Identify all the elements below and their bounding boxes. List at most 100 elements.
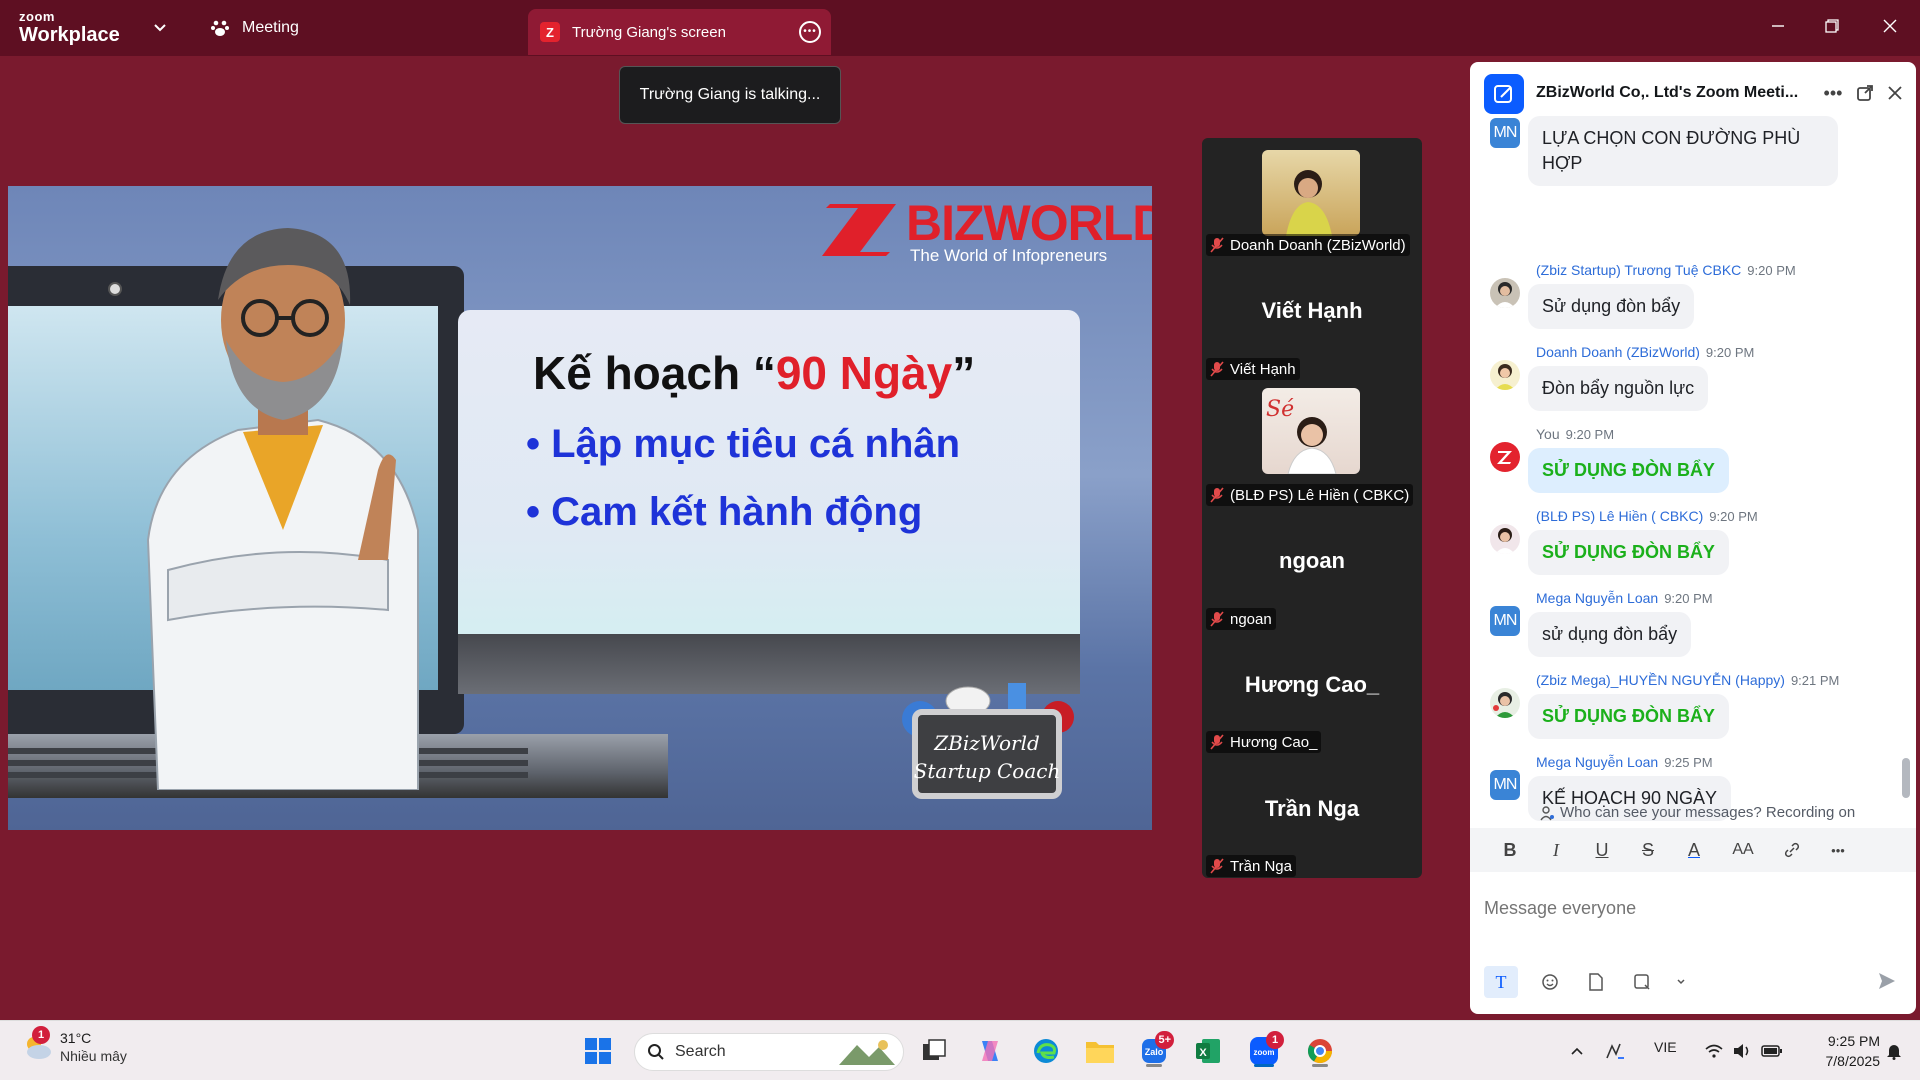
tab-meeting[interactable]: Meeting (210, 16, 299, 40)
excel-icon: X (1196, 1039, 1220, 1063)
emoji-icon[interactable] (1536, 966, 1564, 998)
title-bar: zoom Workplace Meeting Z Trường Giang's … (0, 0, 1920, 56)
screenshot-icon[interactable] (1628, 966, 1656, 998)
chat-more-icon[interactable]: ••• (1822, 82, 1844, 104)
participant-namebar: Doanh Doanh (ZBizWorld) (1206, 234, 1410, 256)
language-indicator[interactable]: VIE (1654, 1039, 1677, 1055)
clock-time: 9:25 PM (1827, 1033, 1880, 1049)
message-time: 9:20 PM (1565, 427, 1615, 442)
avatar (1490, 442, 1520, 472)
mic-muted-icon (1210, 487, 1224, 503)
participant-tile[interactable]: ngoan ngoan (1202, 510, 1422, 634)
pop-out-icon[interactable] (1854, 82, 1876, 104)
battery-button[interactable] (1758, 1033, 1786, 1069)
tab-shared-screen-label: Trường Giang's screen (572, 23, 726, 41)
bold-icon[interactable]: B (1500, 840, 1520, 861)
file-icon[interactable] (1582, 966, 1610, 998)
avatar: MN (1490, 770, 1520, 800)
minimize-button[interactable] (1758, 10, 1798, 42)
participant-tile[interactable]: Sé (BLĐ PS) Lê Hiền ( CBKC) (1202, 386, 1422, 510)
excel-button[interactable]: X (1190, 1033, 1226, 1069)
avatar: MN (1490, 118, 1520, 148)
task-view-icon (923, 1039, 946, 1060)
chrome-button[interactable] (1302, 1033, 1338, 1069)
chevron-down-icon[interactable] (150, 18, 170, 38)
underline-icon[interactable]: U (1592, 840, 1612, 861)
chat-header: ZBizWorld Co,. Ltd's Zoom Meeti... ••• (1470, 62, 1916, 124)
participant-name: ngoan (1230, 610, 1272, 628)
participant-tile[interactable]: Viết Hạnh Viết Hạnh (1202, 262, 1422, 386)
chat-scrollbar[interactable] (1902, 758, 1910, 798)
notifications-button[interactable] (1880, 1033, 1908, 1069)
text-format-icon[interactable]: T (1484, 966, 1518, 998)
chat-title: ZBizWorld Co,. Ltd's Zoom Meeti... (1536, 84, 1799, 101)
weather-condition: Nhiều mây (60, 1048, 127, 1064)
coach-line-1: ZBizWorld (934, 731, 1040, 755)
tab-meeting-label: Meeting (242, 19, 299, 36)
shared-screen-slide: BIZWORLD The World of Infopreneurs Kế ho… (8, 186, 1152, 830)
sender-name: (Zbiz Startup) Trương Tuệ CBKC (1536, 262, 1742, 278)
message-input[interactable] (1484, 872, 1904, 932)
zoom-button[interactable]: zoom 1 (1246, 1031, 1284, 1069)
message-bubble: Đòn bẩy nguồn lực (1528, 366, 1709, 411)
message-text: LỰA CHỌN CON ĐƯỜNG PHÙ (1542, 128, 1801, 148)
italic-icon[interactable]: I (1546, 840, 1566, 861)
formatting-toolbar: B I U S A AA ••• (1470, 828, 1916, 872)
send-icon (1879, 973, 1895, 989)
show-hidden-icons-button[interactable] (1562, 1033, 1592, 1069)
close-chat-icon[interactable] (1884, 82, 1906, 104)
message-time: 9:20 PM (1747, 263, 1796, 278)
slide-title: Kế hoạch “90 Ngày” (533, 346, 975, 400)
zoom-workplace-logo[interactable]: zoom Workplace (19, 10, 120, 45)
message-time: 9:20 PM (1664, 591, 1713, 606)
close-icon (1883, 19, 1897, 33)
participant-tile[interactable]: Hương Cao_ Hương Cao_ (1202, 634, 1422, 758)
participants-gallery: Doanh Doanh (ZBizWorld) Viết Hạnh Viết H… (1202, 138, 1422, 878)
compose-toolbar: T (1484, 966, 1688, 998)
edge-button[interactable] (1028, 1033, 1064, 1069)
slide-bullet: • Lập mục tiêu cá nhân (526, 422, 961, 466)
zalo-button[interactable]: Zalo 5+ (1136, 1031, 1174, 1069)
message-bubble: SỬ DỤNG ĐÒN BẨY (1528, 694, 1729, 739)
participant-namebar: Trần Nga (1206, 855, 1296, 877)
wifi-button[interactable] (1700, 1033, 1728, 1069)
sender-name: You (1536, 426, 1560, 442)
font-size-icon[interactable]: AA (1730, 841, 1756, 859)
more-options-icon[interactable]: ••• (799, 21, 821, 43)
mic-muted-icon (1210, 858, 1224, 874)
brand-big: Workplace (19, 24, 120, 46)
volume-button[interactable] (1728, 1033, 1756, 1069)
participant-namebar: ngoan (1206, 608, 1276, 630)
cloud-icon: 1 (20, 1026, 54, 1064)
format-more-icon[interactable]: ••• (1828, 843, 1848, 858)
copilot-button[interactable] (972, 1033, 1008, 1069)
start-button[interactable] (580, 1033, 616, 1069)
chevron-down-icon[interactable] (1674, 966, 1688, 998)
send-button[interactable] (1876, 970, 1900, 994)
file-explorer-button[interactable] (1082, 1033, 1118, 1069)
weather-badge: 1 (32, 1026, 50, 1044)
link-icon[interactable] (1782, 842, 1802, 858)
taskbar-clock[interactable]: 9:25 PM 7/8/2025 (1810, 1031, 1881, 1071)
close-window-button[interactable] (1870, 10, 1910, 42)
tab-shared-screen[interactable]: Z Trường Giang's screen ••• (528, 9, 831, 55)
participant-name: Viết Hạnh (1230, 360, 1296, 378)
running-indicator (1146, 1064, 1162, 1067)
brand-small: zoom (19, 9, 55, 24)
task-view-button[interactable] (916, 1033, 952, 1069)
input-method-button[interactable] (1600, 1033, 1630, 1069)
font-color-icon[interactable]: A (1684, 840, 1704, 861)
privacy-notice[interactable]: Who can see your messages? Recording on (1540, 804, 1855, 821)
restore-button[interactable] (1812, 10, 1852, 42)
participant-name: Hương Cao_ (1230, 733, 1318, 751)
chat-panel: ZBizWorld Co,. Ltd's Zoom Meeti... ••• M… (1470, 62, 1916, 1014)
weather-widget[interactable]: 1 31°C Nhiều mây (20, 1026, 127, 1065)
message-bubble: LỰA CHỌN CON ĐƯỜNG PHÙ HỢP (1528, 116, 1838, 186)
strikethrough-icon[interactable]: S (1638, 840, 1658, 861)
participant-tile[interactable]: Doanh Doanh (ZBizWorld) (1202, 138, 1422, 262)
avatar (1490, 524, 1520, 554)
windows-icon (585, 1038, 611, 1064)
taskbar-search[interactable]: Search (634, 1033, 904, 1071)
participant-tile[interactable]: Trần Nga Trần Nga (1202, 758, 1422, 878)
avatar (1490, 360, 1520, 390)
